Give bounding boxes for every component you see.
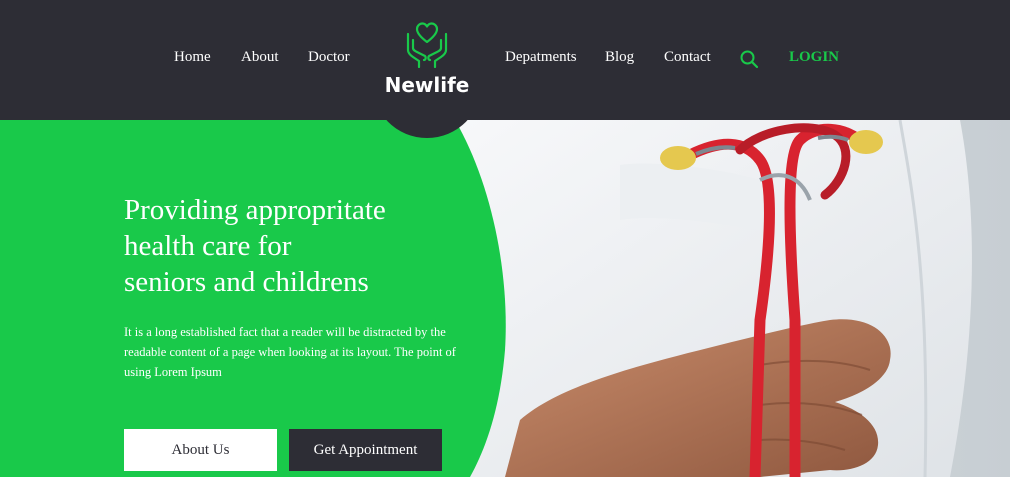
hero-title: Providing appropritate health care for s… <box>124 192 464 300</box>
about-us-button[interactable]: About Us <box>124 429 277 471</box>
nav-home[interactable]: Home <box>174 49 211 66</box>
hero-title-line-3: seniors and childrens <box>124 266 369 298</box>
top-navigation-bar: Home About Doctor Depatments Blog Contac… <box>0 0 1010 120</box>
get-appointment-button[interactable]: Get Appointment <box>289 429 442 471</box>
nav-contact[interactable]: Contact <box>664 49 711 66</box>
heart-hands-icon[interactable] <box>405 20 449 68</box>
hero-title-line-1: Providing appropritate <box>124 194 386 226</box>
login-link[interactable]: LOGIN <box>789 49 839 66</box>
hero-description: It is a long established fact that a rea… <box>124 325 456 379</box>
brand-logo-text[interactable]: Newlife <box>380 73 474 97</box>
nav-doctor[interactable]: Doctor <box>308 49 350 66</box>
hero-title-line-2: health care for <box>124 230 292 262</box>
nav-departments[interactable]: Depatments <box>505 49 577 66</box>
search-icon[interactable] <box>739 49 759 69</box>
nav-blog[interactable]: Blog <box>605 49 634 66</box>
hero-section: Providing appropritate health care for s… <box>0 120 1010 477</box>
nav-about[interactable]: About <box>241 49 279 66</box>
